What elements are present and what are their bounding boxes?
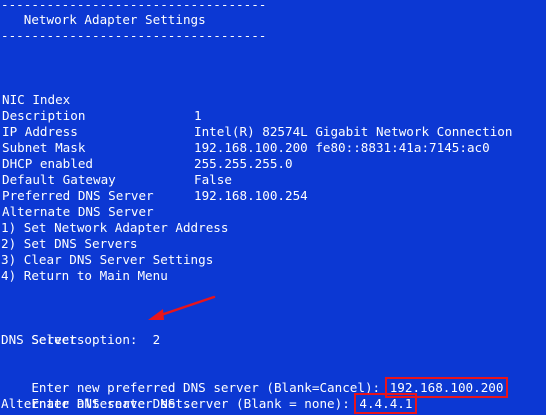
property-row: Description Intel(R) 82574L Gigabit Netw… [1,92,541,139]
preferred-dns-line[interactable]: Enter new preferred DNS server (Blank=Ca… [1,364,509,398]
title-rule-bottom: ----------------------------------- [1,28,267,43]
alternate-dns-value: 4.4.4.1 [354,393,418,414]
property-row: IP Address 192.168.100.200 fe80::8831:41… [1,108,541,155]
result-message: Alternate DNS server set. [1,396,191,411]
menu-item-set-dns: 2) Set DNS Servers [1,236,138,251]
menu-item-return: 4) Return to Main Menu [1,268,168,283]
page-title: Network Adapter Settings [1,12,206,27]
section-label: DNS Servers [1,332,85,347]
property-row: Default Gateway 192.168.100.254 [1,156,541,203]
property-label: Alternate DNS Server [2,204,154,219]
property-row: NIC Index 1 [1,76,541,123]
property-row: Preferred DNS Server [1,172,541,203]
menu-item-clear-dns: 3) Clear DNS Server Settings [1,252,214,267]
select-option-line[interactable]: Select option: 2 [1,316,160,347]
alternate-dns-line[interactable]: Enter alternate DNS server (Blank = none… [1,380,418,414]
console-window[interactable]: ----------------------------------- Netw… [0,0,546,415]
select-value: 2 [152,332,161,347]
property-row: Subnet Mask 255.255.255.0 [1,124,541,171]
menu-item-set-address: 1) Set Network Adapter Address [1,220,229,235]
property-row: Alternate DNS Server [1,188,541,219]
property-row: DHCP enabled False [1,140,541,187]
